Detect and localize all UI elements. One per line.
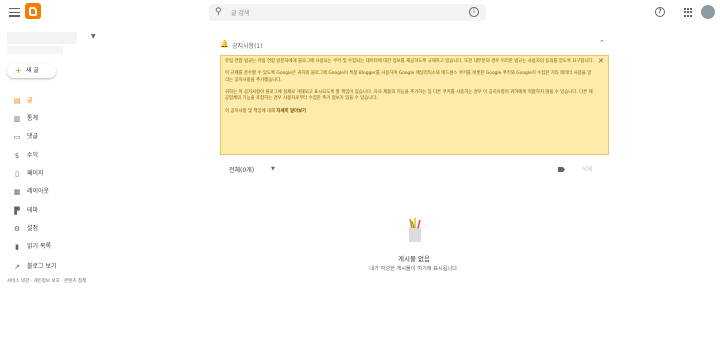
blogger-logo[interactable]: [25, 3, 41, 19]
comments-icon: ▭: [13, 133, 21, 141]
terms-link[interactable]: 서비스 약관: [7, 279, 29, 284]
notice-footer: 이 공지사항 및 책임에 대해 자세히 알아보기: [225, 109, 595, 115]
theme-icon: ▛: [14, 207, 20, 215]
learn-more-link[interactable]: 자세히 알아보기: [276, 109, 306, 114]
empty-posts-illustration: [409, 218, 421, 242]
sidebar-item-pages[interactable]: ▯ 페이지: [0, 167, 104, 181]
blog-url-placeholder: [7, 46, 63, 54]
settings-icon: ⚙: [13, 225, 21, 233]
privacy-link[interactable]: 개인정보 보호: [33, 279, 59, 284]
label-icon[interactable]: [558, 167, 565, 172]
sidebar-item-label: 수익: [27, 152, 39, 159]
search-input[interactable]: 글 검색: [231, 8, 249, 17]
notice-footer-text: 이 공지사항 및 책임에 대해: [225, 108, 277, 114]
avatar[interactable]: [701, 5, 715, 19]
apps-grid-icon[interactable]: [684, 8, 693, 17]
notice-paragraph: 이 규제를 준수할 수 있도록 Google은 귀하의 블로그에 Google이…: [225, 71, 592, 83]
footer-links: 서비스 약관 · 개인정보 보호 · 콘텐츠 정책: [7, 279, 87, 284]
earnings-icon: $: [14, 152, 20, 160]
pages-icon: ▯: [15, 170, 19, 178]
notice-header[interactable]: 🔔 공지사항(1) ⌃: [220, 38, 608, 52]
blog-switcher-caret-icon[interactable]: ▼: [91, 33, 96, 40]
sidebar-item-stats[interactable]: ▥ 통계: [0, 112, 104, 126]
empty-state-title: 게시물 없음: [398, 255, 430, 263]
notice-paragraph: 유럽 연합 법규는 유럽 연합 방문자에게 블로그에 사용되는 쿠키 및 수집되…: [225, 59, 594, 64]
chevron-up-icon[interactable]: ⌃: [599, 39, 605, 47]
empty-state-subtitle: 내가 작성한 게시물이 여기에 표시됩니다.: [369, 266, 459, 272]
delete-button[interactable]: 삭제: [582, 165, 592, 173]
notice-box: ✕ 유럽 연합 법규는 유럽 연합 방문자에게 블로그에 사용되는 쿠키 및 수…: [220, 55, 609, 155]
sidebar-item-posts[interactable]: ▤ 글: [0, 94, 104, 108]
sidebar-item-label: 페이지: [27, 170, 44, 177]
posts-icon: ▤: [13, 97, 21, 105]
sidebar-item-layout[interactable]: ▦ 레이아웃: [0, 185, 104, 199]
new-post-button[interactable]: + 새 글: [7, 64, 56, 78]
notice-paragraph: 귀하는 이 공지사항이 블로그에 실제로 게재되고 표시되도록 할 책임이 있습…: [225, 89, 593, 102]
view-blog-link[interactable]: ↗ 블로그 보기: [0, 260, 104, 274]
notice-title: 공지사항(1): [232, 43, 263, 50]
sidebar-item-label: 설정: [27, 225, 39, 232]
sidebar: ▼ + 새 글 ▤ 글 ▥ 통계 ▭ 댓글 $ 수익 ▯ 페이지 ▦ 레이아웃 …: [0, 26, 104, 360]
top-bar: ⚲ 글 검색 i ?: [0, 0, 720, 26]
bell-icon: 🔔: [220, 40, 229, 48]
sidebar-item-label: 레이아웃: [27, 188, 50, 195]
content-policy-link[interactable]: 콘텐츠 정책: [64, 279, 86, 284]
chevron-down-icon[interactable]: ▼: [271, 166, 275, 172]
sidebar-item-reading-list[interactable]: ▮ 읽기 목록: [0, 240, 104, 254]
blog-title-placeholder[interactable]: [7, 32, 77, 44]
sidebar-item-theme[interactable]: ▛ 테마: [0, 204, 104, 218]
sidebar-item-comments[interactable]: ▭ 댓글: [0, 130, 104, 144]
help-icon[interactable]: ?: [655, 7, 665, 17]
open-in-new-icon: ↗: [14, 263, 20, 271]
new-post-label: 새 글: [26, 67, 39, 74]
reading-list-icon: ▮: [15, 243, 19, 251]
sidebar-item-settings[interactable]: ⚙ 설정: [0, 222, 104, 236]
plus-icon: +: [15, 66, 22, 75]
close-icon[interactable]: ✕: [598, 57, 604, 64]
sidebar-item-label: 테마: [27, 207, 39, 214]
sidebar-item-label: 댓글: [27, 133, 39, 140]
sidebar-item-earnings[interactable]: $ 수익: [0, 149, 104, 163]
sidebar-item-label: 읽기 목록: [27, 243, 51, 250]
sidebar-item-label: 글: [27, 97, 33, 104]
search-options-icon[interactable]: i: [469, 7, 479, 17]
search-icon[interactable]: ⚲: [215, 7, 222, 17]
sidebar-item-label: 통계: [27, 115, 39, 122]
search-bar[interactable]: ⚲ 글 검색 i: [209, 4, 486, 21]
stats-icon: ▥: [13, 115, 21, 123]
view-blog-label: 블로그 보기: [27, 263, 57, 270]
layout-icon: ▦: [13, 188, 21, 196]
post-filter-dropdown[interactable]: 전체(0개): [229, 165, 254, 174]
menu-icon[interactable]: [9, 8, 20, 17]
